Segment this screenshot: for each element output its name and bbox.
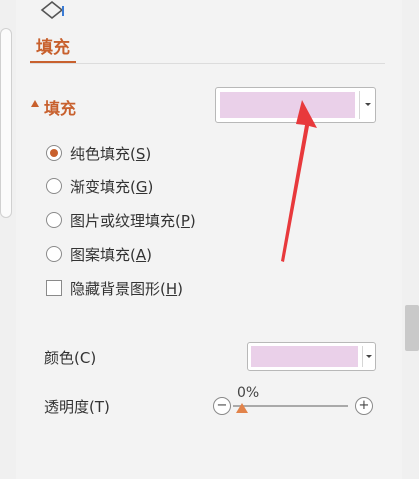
radio-button[interactable] [46, 212, 62, 228]
annotation-arrow-icon [281, 100, 317, 262]
collapse-arrow-icon[interactable] [31, 100, 39, 107]
radio-button[interactable] [46, 178, 62, 194]
right-scrollbar[interactable] [405, 305, 419, 351]
option-label: 纯色填充(S) [70, 144, 152, 163]
transparency-slider-thumb[interactable] [236, 403, 248, 413]
dropdown-separator [362, 346, 363, 367]
color-swatch [251, 346, 358, 367]
left-scrollbar[interactable] [0, 28, 12, 218]
transparency-label: 透明度(T) [44, 398, 110, 416]
tab-divider [30, 63, 385, 64]
dropdown-separator [359, 91, 360, 119]
fill-bucket-icon[interactable] [38, 0, 68, 22]
checkbox[interactable] [46, 280, 62, 296]
chevron-down-icon[interactable] [366, 355, 372, 358]
radio-solid-fill[interactable]: 纯色填充(S) [46, 142, 151, 164]
color-dropdown[interactable] [247, 342, 376, 371]
checkbox-hide-background[interactable]: 隐藏背景图形(H) [46, 277, 183, 299]
fill-section-title[interactable]: 填充 [44, 95, 76, 119]
tab-fill[interactable]: 填充 [36, 33, 70, 58]
radio-pattern-fill[interactable]: 图案填充(A) [46, 243, 152, 265]
option-label: 隐藏背景图形(H) [70, 279, 183, 298]
plus-button[interactable]: + [355, 397, 373, 415]
color-label: 颜色(C) [44, 349, 97, 367]
option-label: 渐变填充(G) [70, 177, 154, 196]
radio-gradient-fill[interactable]: 渐变填充(G) [46, 175, 153, 197]
minus-button[interactable]: − [213, 397, 231, 415]
option-label: 图案填充(A) [70, 245, 152, 264]
radio-picture-texture-fill[interactable]: 图片或纹理填充(P) [46, 209, 196, 231]
transparency-slider-track[interactable] [233, 405, 348, 407]
radio-button[interactable] [46, 246, 62, 262]
chevron-down-icon[interactable] [365, 103, 371, 106]
radio-button[interactable] [46, 145, 62, 161]
option-label: 图片或纹理填充(P) [70, 211, 196, 230]
transparency-value: 0% [237, 385, 260, 401]
